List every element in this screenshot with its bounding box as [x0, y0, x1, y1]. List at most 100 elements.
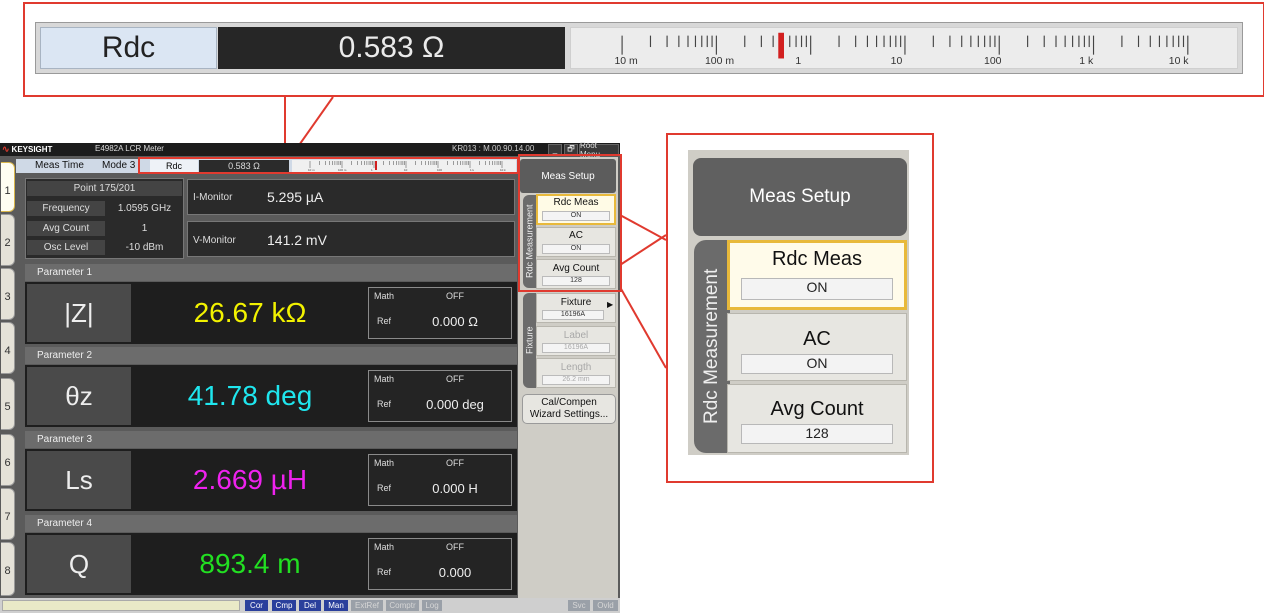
trace-tab-1[interactable]: 1 [1, 162, 15, 212]
zoom-rdc-meas-value: ON [741, 278, 893, 300]
status-cor: Cor [245, 600, 268, 611]
math-value[interactable]: OFF [400, 456, 510, 469]
trace-tab-6[interactable]: 6 [1, 434, 15, 486]
math-value[interactable]: OFF [400, 540, 510, 553]
i-monitor-label: I-Monitor [193, 192, 233, 203]
zoom-scale-label: 1 [795, 56, 801, 67]
brand-text: KEYSIGHT [11, 145, 53, 154]
mini-scale-label: 100 m [338, 168, 347, 172]
mini-scale-label: 10 [404, 168, 408, 172]
ref-label: Ref [376, 567, 391, 577]
zoom-scale-label: 100 m [705, 56, 734, 67]
zoom-rdc-log-scale: 10 m 100 m 1 10 100 1 k 10 k [570, 27, 1238, 69]
rdc-mini-marker [375, 161, 377, 170]
avg-count-value: 1 [141, 223, 148, 234]
status-log: Log [422, 600, 442, 611]
fixture-value: 16196A [542, 310, 604, 320]
trace-tab-5[interactable]: 5 [1, 378, 15, 430]
parameter-2-value: 41.78 deg [187, 380, 313, 411]
status-man: Man [324, 600, 348, 611]
status-comptr: Comptr [386, 600, 419, 611]
parameter-1-value: 26.67 kΩ [193, 297, 307, 328]
trace-tab-7[interactable]: 7 [1, 488, 15, 540]
keysight-logo: ∿ KEYSIGHT [2, 144, 52, 155]
avg-count-label: Avg Count [27, 221, 105, 236]
status-cmp: Cmp [272, 600, 296, 611]
mini-scale-label: 100 [437, 168, 442, 172]
trace-tab-2[interactable]: 2 [1, 214, 15, 266]
parameter-3-name[interactable]: Ls [27, 451, 131, 509]
rdc-mini-value: 0.583 Ω [199, 160, 289, 172]
zoom-softkey-title: Meas Setup [693, 158, 907, 236]
zoom-avg-count-value: 128 [741, 424, 893, 444]
firmware-version: KR013 : M.00.90.14.00 [452, 144, 535, 153]
parameter-4-value: 893.4 m [199, 548, 301, 579]
entry-field[interactable] [2, 600, 240, 611]
keysight-wave-icon: ∿ [2, 144, 10, 154]
parameter-4-name[interactable]: Q [27, 535, 131, 593]
length-softkey-label: Length [560, 362, 592, 373]
ref-label: Ref [376, 399, 391, 409]
zoom-avg-count-label: Avg Count [770, 398, 864, 420]
zoom-rdc-meas-label: Rdc Meas [771, 248, 863, 270]
trace-tab-3[interactable]: 3 [1, 268, 15, 320]
v-monitor-panel [187, 221, 515, 257]
rdc-mini-label: Rdc [150, 160, 198, 172]
parameter-3-header: Parameter 3 [25, 431, 517, 448]
zoom-rdc-measurement-label: Rdc Measurement [701, 268, 722, 425]
trace-tab-4[interactable]: 4 [1, 322, 15, 374]
ref-value[interactable]: 0.000 deg [400, 389, 510, 419]
rdc-mini-scale: 10 m 100 m 1 10 100 1 k 10 k [292, 160, 516, 172]
math-label: Math [373, 541, 394, 552]
softkey-highlight [518, 154, 622, 292]
mini-scale-label: 10 m [308, 168, 315, 172]
parameter-2-name[interactable]: θz [27, 367, 131, 425]
label-softkey-label: Label [563, 330, 589, 341]
i-monitor-panel [187, 179, 515, 215]
meas-time-mode[interactable]: Mode 3 [102, 160, 135, 171]
cal-compen-line2: Wizard Settings... [529, 409, 609, 420]
cal-compen-line1: Cal/Compen [541, 397, 597, 408]
length-softkey-value: 26.2 mm [542, 375, 610, 385]
math-label: Math [373, 457, 394, 468]
ref-value[interactable]: 0.000 Ω [400, 306, 510, 336]
trace-tab-8[interactable]: 8 [1, 542, 15, 596]
mini-scale-label: 1 k [470, 168, 475, 172]
ref-label: Ref [376, 483, 391, 493]
frequency-value: 1.0595 GHz [117, 203, 172, 214]
zoom-scale-label: 1 k [1079, 56, 1094, 67]
meas-time-label: Meas Time [35, 160, 84, 171]
i-monitor-value: 5.295 µA [267, 189, 324, 205]
ref-value[interactable]: 0.000 H [400, 473, 510, 503]
parameter-2-header: Parameter 2 [25, 347, 517, 364]
status-svc: Svc [568, 600, 590, 611]
parameter-1-name[interactable]: |Z| [27, 284, 131, 342]
mini-scale-label: 10 k [500, 168, 506, 172]
parameter-3-value: 2.669 µH [192, 464, 308, 495]
status-extref: ExtRef [351, 600, 383, 611]
frequency-label: Frequency [27, 201, 105, 216]
v-monitor-value: 141.2 mV [267, 232, 327, 248]
zoom-rdc-value: 0.583 Ω [218, 27, 565, 69]
zoom-scale-label: 10 [891, 56, 903, 67]
math-value[interactable]: OFF [400, 372, 510, 385]
zoom-rdc-label: Rdc [40, 27, 217, 69]
mini-scale-label: 1 [371, 168, 373, 172]
zoom-rdc-marker [778, 32, 784, 59]
zoom-scale-label: 10 k [1169, 56, 1190, 67]
label-softkey-value: 16196A [542, 343, 610, 353]
ref-value[interactable]: 0.000 [400, 557, 510, 587]
math-label: Math [373, 373, 394, 384]
parameter-1-header: Parameter 1 [25, 264, 517, 281]
math-value[interactable]: OFF [400, 289, 510, 302]
parameter-4-header: Parameter 4 [25, 515, 517, 532]
window-title: E4982A LCR Meter [95, 144, 164, 153]
osc-level-label: Osc Level [27, 240, 105, 255]
fixture-group-label: Fixture [524, 326, 535, 355]
fixture-label: Fixture [560, 297, 592, 308]
math-label: Math [373, 290, 394, 301]
zoom-scale-label: 100 [984, 56, 1002, 67]
v-monitor-label: V-Monitor [193, 235, 236, 246]
zoom-ac-label: AC [803, 328, 831, 350]
ref-label: Ref [376, 316, 391, 326]
